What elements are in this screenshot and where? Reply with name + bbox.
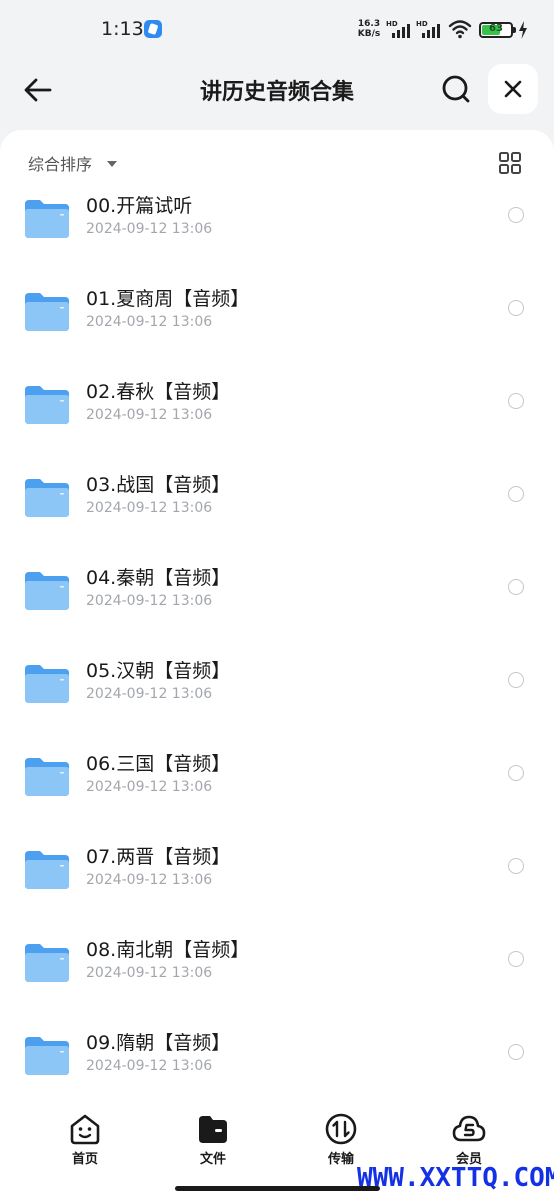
select-checkbox[interactable] [508, 765, 524, 781]
folder-icon [25, 293, 69, 331]
close-icon [504, 80, 522, 98]
file-date: 2024-09-12 13:06 [86, 593, 213, 609]
file-name: 07.两晋【音频】 [86, 846, 231, 868]
nav-label-files: 文件 [199, 1152, 226, 1167]
chevron-down-icon [107, 160, 118, 167]
file-list-item[interactable]: 03.战国【音频】 2024-09-12 13:06 [0, 464, 554, 557]
file-date: 2024-09-12 13:06 [86, 686, 213, 702]
file-list-item[interactable]: 08.南北朝【音频】 2024-09-12 13:06 [0, 929, 554, 1022]
signal-icon: HD [386, 20, 414, 38]
folder-icon [25, 572, 69, 610]
file-list-item[interactable]: 01.夏商周【音频】 2024-09-12 13:06 [0, 278, 554, 371]
charging-bolt-icon [519, 21, 527, 39]
file-icon [199, 1116, 227, 1143]
signal-icon-2: HD [416, 20, 444, 38]
select-checkbox[interactable] [508, 393, 524, 409]
file-date: 2024-09-12 13:06 [86, 965, 213, 981]
nav-item-transfer[interactable]: 传输 [301, 1112, 381, 1168]
folder-icon [25, 386, 69, 424]
file-date: 2024-09-12 13:06 [86, 872, 213, 888]
file-date: 2024-09-12 13:06 [86, 221, 213, 237]
nav-item-files[interactable]: 文件 [173, 1112, 253, 1168]
grid-view-icon [499, 152, 521, 174]
select-checkbox[interactable] [508, 300, 524, 316]
vip-icon [452, 1115, 486, 1142]
folder-icon [25, 665, 69, 703]
search-icon [442, 75, 470, 103]
signal-hd-label-2: HD [416, 20, 428, 28]
battery-level: 63 [489, 23, 503, 34]
file-name: 08.南北朝【音频】 [86, 939, 250, 961]
back-button[interactable] [20, 72, 56, 108]
nav-label-home: 首页 [71, 1152, 98, 1167]
close-button[interactable] [488, 64, 538, 114]
page-title: 讲历史音频合集 [199, 80, 354, 105]
file-date: 2024-09-12 13:06 [86, 500, 213, 516]
select-checkbox[interactable] [508, 1044, 524, 1060]
file-date: 2024-09-12 13:06 [86, 407, 213, 423]
file-list-item[interactable]: 07.两晋【音频】 2024-09-12 13:06 [0, 836, 554, 929]
file-browser: 综合排序 00.开篇试听 2024-09-12 13:06 01.夏商周【音频】 20… [0, 130, 554, 1100]
network-speed: 16.3 KB/s [356, 19, 382, 39]
select-checkbox[interactable] [508, 207, 524, 223]
file-name: 02.春秋【音频】 [86, 381, 231, 403]
folder-icon [25, 851, 69, 889]
network-speed-value: 16.3 [357, 19, 381, 29]
transfer-icon [325, 1113, 357, 1145]
file-list-item[interactable]: 00.开篇试听 2024-09-12 13:06 [0, 185, 554, 278]
file-date: 2024-09-12 13:06 [86, 314, 213, 330]
file-list: 00.开篇试听 2024-09-12 13:06 01.夏商周【音频】 2024-09… [0, 195, 554, 1100]
network-speed-unit: KB/s [357, 29, 381, 39]
file-list-item[interactable]: 06.三国【音频】 2024-09-12 13:06 [0, 743, 554, 836]
watermark: WWW.XXTTQ.COM [357, 1163, 554, 1193]
file-name: 01.夏商周【音频】 [86, 288, 250, 310]
select-checkbox[interactable] [508, 951, 524, 967]
file-name: 05.汉朝【音频】 [86, 660, 231, 682]
folder-icon [25, 200, 69, 238]
file-name: 06.三国【音频】 [86, 753, 231, 775]
app-header: 讲历史音频合集 [0, 60, 554, 120]
file-list-item[interactable]: 04.秦朝【音频】 2024-09-12 13:06 [0, 557, 554, 650]
file-list-item[interactable]: 02.春秋【音频】 2024-09-12 13:06 [0, 371, 554, 464]
file-name: 09.隋朝【音频】 [86, 1032, 231, 1054]
home-icon [70, 1114, 100, 1145]
file-list-item[interactable]: 05.汉朝【音频】 2024-09-12 13:06 [0, 650, 554, 743]
arrow-left-icon [24, 78, 52, 102]
nav-item-home[interactable]: 首页 [45, 1112, 125, 1168]
file-date: 2024-09-12 13:06 [86, 1058, 213, 1074]
sort-label: 综合排序 [28, 155, 93, 174]
select-checkbox[interactable] [508, 672, 524, 688]
file-list-item[interactable]: 09.隋朝【音频】 2024-09-12 13:06 [0, 1022, 554, 1100]
file-name: 00.开篇试听 [86, 195, 193, 217]
battery-icon: 63 [479, 22, 516, 38]
select-checkbox[interactable] [508, 579, 524, 595]
file-name: 04.秦朝【音频】 [86, 567, 231, 589]
sort-dropdown[interactable]: 综合排序 [28, 151, 118, 175]
grid-view-button[interactable] [498, 151, 522, 175]
wifi-icon [448, 20, 472, 39]
folder-icon [25, 1037, 69, 1075]
sort-toolbar: 综合排序 [0, 130, 554, 195]
file-date: 2024-09-12 13:06 [86, 779, 213, 795]
search-button[interactable] [438, 71, 474, 107]
select-checkbox[interactable] [508, 486, 524, 502]
folder-icon [25, 758, 69, 796]
nav-item-vip[interactable]: 会员 [429, 1112, 509, 1168]
file-name: 03.战国【音频】 [86, 474, 231, 496]
home-indicator[interactable] [175, 1186, 380, 1191]
status-bar: 1:13 16.3 KB/s HD HD 63 [0, 0, 554, 60]
folder-icon [25, 944, 69, 982]
select-checkbox[interactable] [508, 858, 524, 874]
folder-icon [25, 479, 69, 517]
signal-hd-label: HD [386, 20, 398, 28]
status-time: 1:13 [101, 18, 144, 40]
notification-app-icon [144, 20, 162, 38]
